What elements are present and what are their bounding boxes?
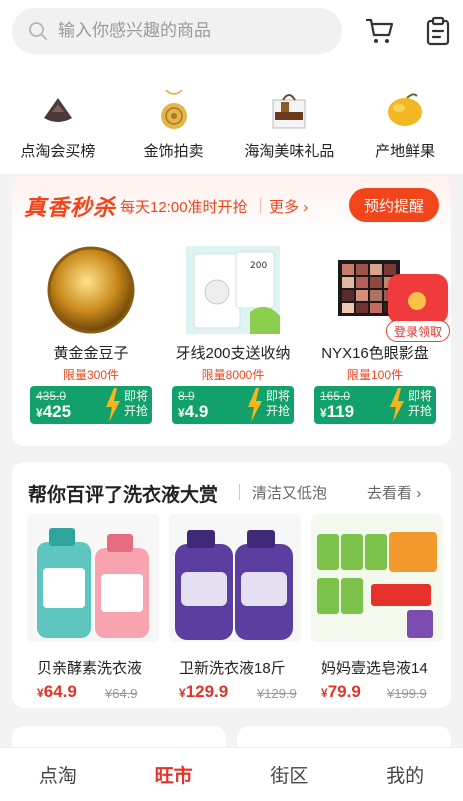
sale-status: 即将开抢: [407, 389, 432, 418]
flash-product-card[interactable]: 200 牙线200支送收纳 限量8000件 8.9 ¥4.9 即将开抢: [166, 234, 300, 430]
category-label: 海淘美味礼品: [244, 143, 335, 160]
search-bar[interactable]: [12, 8, 342, 54]
red-packet-float[interactable]: 登录领取: [386, 274, 452, 344]
detergent-product-card[interactable]: 贝亲酵素洗衣液 ¥64.9 ¥64.9: [27, 514, 159, 702]
original-price: ¥64.9: [105, 686, 138, 701]
price-bar: 8.9 ¥4.9 即将开抢: [172, 386, 294, 424]
currency-symbol: ¥: [36, 406, 43, 420]
category-label: 产地鲜果: [375, 143, 436, 160]
detergent-products: 贝亲酵素洗衣液 ¥64.9 ¥64.9 卫新洗衣液18斤 ¥129.9 ¥129…: [27, 514, 443, 702]
category-item-gold-auction[interactable]: 金饰拍卖: [116, 78, 232, 174]
sale-price-value: 425: [42, 402, 72, 421]
currency-symbol: ¥: [179, 686, 186, 700]
sale-status: 即将开抢: [265, 389, 290, 418]
sale-price-value: 64.9: [43, 682, 77, 701]
product-limit: 限量100件: [346, 368, 404, 382]
category-item-hot-list[interactable]: 点淘会买榜: [0, 78, 116, 174]
product-name: 贝亲酵素洗衣液: [37, 660, 143, 677]
flash-sale-schedule: 每天12:00准时开抢: [120, 199, 248, 216]
lightning-icon: [390, 388, 404, 422]
sale-price: ¥119: [320, 402, 354, 422]
sale-price: ¥79.9: [321, 682, 361, 702]
original-price: 165.0: [320, 389, 351, 403]
product-limit: 限量300件: [62, 368, 120, 382]
red-packet-label: 登录领取: [386, 320, 450, 342]
svg-text:200: 200: [250, 261, 267, 271]
search-icon: [29, 22, 47, 40]
tab-jiequ[interactable]: 街区: [232, 748, 348, 801]
header: [0, 0, 463, 78]
more-label: 去看看: [367, 485, 413, 502]
product-image: [27, 514, 159, 642]
flash-sale-title: 真香秒杀: [24, 195, 117, 220]
product-image: [311, 514, 443, 642]
page: 点淘会买榜 金饰拍卖 海淘美味礼品 产地鲜果 真香秒杀 每天12:00准时开抢 …: [0, 0, 463, 801]
tab-diantao[interactable]: 点淘: [0, 748, 116, 801]
category-item-fresh-fruit[interactable]: 产地鲜果: [347, 78, 463, 174]
search-input[interactable]: [58, 21, 308, 41]
price-bar: 165.0 ¥119 即将开抢: [314, 386, 436, 424]
flash-sale-products: 黄金金豆子 限量300件 435.0 ¥425 即将开抢 200 牙线200支送…: [24, 234, 442, 430]
product-name: NYX16色眼影盘: [321, 345, 429, 362]
sale-price: ¥4.9: [178, 402, 208, 422]
category-row: 点淘会买榜 金饰拍卖 海淘美味礼品 产地鲜果: [0, 78, 463, 174]
product-name: 卫新洗衣液18斤: [179, 660, 286, 677]
detergent-product-card[interactable]: 卫新洗衣液18斤 ¥129.9 ¥129.9: [169, 514, 301, 702]
bottom-tab-bar: 点淘 旺市 街区 我的: [0, 747, 463, 801]
currency-symbol: ¥: [321, 686, 328, 700]
clipboard-icon[interactable]: [423, 16, 453, 46]
lightning-icon: [248, 388, 262, 422]
sale-price: ¥425: [36, 402, 71, 422]
more-label: 更多: [269, 199, 300, 216]
flash-sale-more-link[interactable]: 更多 ›: [269, 196, 308, 217]
detergent-title: 帮你百评了洗衣液大赏: [28, 485, 219, 506]
product-image: [38, 240, 144, 340]
divider: [239, 484, 240, 500]
cart-icon[interactable]: [365, 16, 395, 46]
detergent-product-card[interactable]: 妈妈壹选皂液14 ¥79.9 ¥199.9: [311, 514, 443, 702]
sale-price-value: 129.9: [185, 682, 229, 701]
currency-symbol: ¥: [178, 406, 185, 420]
product-image: 200: [180, 240, 286, 340]
red-envelope-icon: [388, 274, 448, 324]
original-price: 435.0: [36, 389, 67, 403]
category-item-gourmet-gifts[interactable]: 海淘美味礼品: [232, 78, 348, 174]
tab-wangshi[interactable]: 旺市: [116, 748, 232, 801]
sale-price: ¥129.9: [179, 682, 228, 702]
gold-pendant-icon: [152, 88, 196, 132]
sale-status: 即将开抢: [123, 389, 148, 418]
detergent-more-link[interactable]: 去看看 ›: [367, 482, 421, 503]
original-price: ¥129.9: [257, 686, 297, 701]
tab-mine[interactable]: 我的: [347, 748, 463, 801]
divider: [260, 198, 261, 213]
sale-price-value: 4.9: [184, 402, 209, 421]
chevron-right-icon: ›: [416, 485, 422, 502]
product-image: [169, 514, 301, 642]
detergent-subtitle: 清洁又低泡: [252, 485, 328, 502]
currency-symbol: ¥: [320, 406, 327, 420]
sale-price: ¥64.9: [37, 682, 77, 702]
product-limit: 限量8000件: [201, 368, 265, 382]
product-name: 妈妈壹选皂液14: [321, 660, 428, 677]
flash-product-card[interactable]: 黄金金豆子 限量300件 435.0 ¥425 即将开抢: [24, 234, 158, 430]
lightning-icon: [106, 388, 120, 422]
category-label: 金饰拍卖: [143, 143, 204, 160]
chevron-right-icon: ›: [303, 199, 309, 216]
product-name: 黄金金豆子: [53, 345, 129, 362]
black-pouch-icon: [36, 88, 80, 132]
original-price: 8.9: [178, 389, 195, 403]
currency-symbol: ¥: [37, 686, 44, 700]
mango-icon: [383, 88, 427, 132]
sale-price-value: 79.9: [327, 682, 361, 701]
original-price: ¥199.9: [387, 686, 427, 701]
remind-button[interactable]: 预约提醒: [349, 188, 439, 222]
sale-price-value: 119: [326, 402, 355, 421]
price-bar: 435.0 ¥425 即将开抢: [30, 386, 152, 424]
product-name: 牙线200支送收纳: [175, 345, 291, 362]
category-label: 点淘会买榜: [20, 143, 96, 160]
detergent-review-card: 帮你百评了洗衣液大赏 清洁又低泡 去看看 › 贝亲酵素洗衣液 ¥64.9 ¥64…: [12, 462, 451, 708]
gift-bag-icon: [267, 88, 311, 132]
